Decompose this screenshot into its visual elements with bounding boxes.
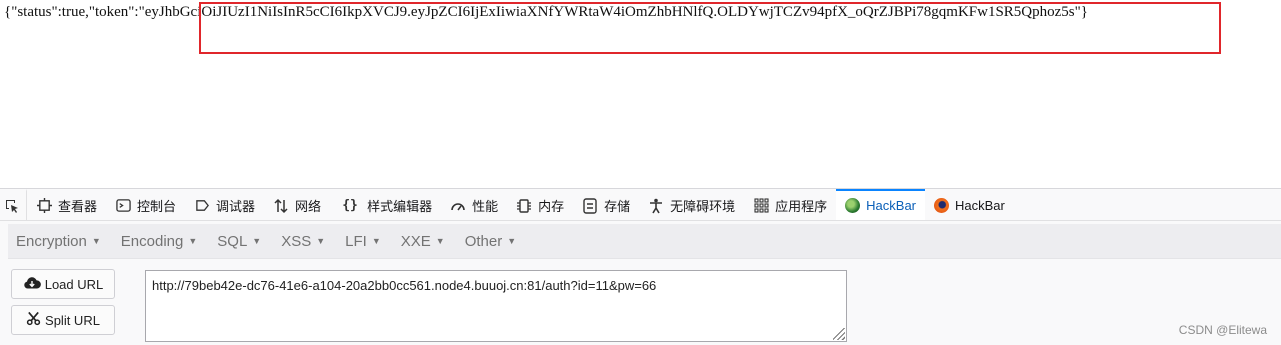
tab-label: HackBar (955, 198, 1005, 213)
application-icon (753, 198, 769, 214)
tab-label: 调试器 (216, 199, 256, 214)
hackbar-menu-bar: Encryption ▼ Encoding ▼ SQL ▼ XSS ▼ LFI ▼ XXE… (8, 224, 1281, 259)
caret-down-icon: ▼ (91, 236, 101, 246)
tab-label: 网络 (295, 199, 322, 214)
tab-hackbar-second[interactable]: HackBar (925, 189, 1014, 220)
tab-label: 内存 (538, 199, 565, 214)
storage-icon (582, 197, 598, 214)
tab-label: HackBar (866, 198, 917, 213)
resize-grip-icon[interactable] (833, 328, 845, 340)
caret-down-icon: ▼ (435, 236, 445, 246)
tab-hackbar-active[interactable]: HackBar (836, 189, 926, 220)
menu-label: SQL (217, 232, 248, 250)
split-url-label: Split URL (45, 312, 100, 328)
element-picker-button[interactable] (0, 189, 27, 220)
tab-label: 存储 (604, 199, 631, 214)
devtools-panel: 查看器 控制台 调试器 网络 {} 样式编辑器 性能 内存 存储 无障碍环境 应… (0, 188, 1281, 345)
console-icon (115, 198, 131, 214)
response-prefix: {"status":true,"token":" (4, 4, 145, 20)
menu-label: Encryption (16, 232, 87, 250)
element-picker-icon (4, 198, 20, 214)
menu-encryption[interactable]: Encryption ▼ (8, 233, 109, 250)
hackbar-orange-icon (934, 198, 950, 213)
hackbar-green-icon (845, 198, 861, 213)
tab-storage[interactable]: 存储 (573, 189, 639, 220)
tab-label: 应用程序 (775, 199, 828, 214)
caret-down-icon: ▼ (252, 236, 262, 246)
load-url-label: Load URL (44, 276, 104, 292)
devtools-toolbar: 查看器 控制台 调试器 网络 {} 样式编辑器 性能 内存 存储 无障碍环境 应… (0, 189, 1281, 221)
watermark-text: CSDN @Elitewa (1178, 323, 1267, 337)
tab-label: 控制台 (137, 199, 177, 214)
tab-console[interactable]: 控制台 (106, 189, 185, 220)
caret-down-icon: ▼ (507, 236, 517, 246)
tab-label: 无障碍环境 (670, 199, 736, 214)
tab-memory[interactable]: 内存 (507, 189, 573, 220)
tab-label: 性能 (472, 199, 499, 214)
menu-label: Other (464, 232, 503, 250)
tab-style-editor[interactable]: {} 样式编辑器 (330, 189, 441, 220)
memory-icon (516, 198, 532, 214)
debugger-icon (194, 198, 210, 214)
tab-label: 查看器 (58, 199, 98, 214)
cloud-download-icon (23, 276, 41, 293)
network-icon (273, 198, 289, 214)
tab-debugger[interactable]: 调试器 (185, 189, 264, 220)
accessibility-icon (648, 198, 664, 214)
menu-xss[interactable]: XSS ▼ (273, 233, 333, 250)
menu-label: Encoding (120, 232, 184, 250)
tab-label: 样式编辑器 (367, 199, 433, 214)
tab-application[interactable]: 应用程序 (744, 189, 836, 220)
url-textarea[interactable]: http://79beb42e-dc76-41e6-a104-20a2bb0cc… (145, 270, 847, 342)
caret-down-icon: ▼ (188, 236, 198, 246)
menu-sql[interactable]: SQL ▼ (209, 233, 269, 250)
tab-performance[interactable]: 性能 (441, 189, 507, 220)
caret-down-icon: ▼ (316, 236, 326, 246)
token-highlight-box (199, 2, 1221, 54)
menu-xxe[interactable]: XXE ▼ (393, 233, 453, 250)
tab-accessibility[interactable]: 无障碍环境 (639, 189, 744, 220)
menu-lfi[interactable]: LFI ▼ (337, 233, 389, 250)
split-url-button[interactable]: Split URL (11, 305, 115, 335)
scissors-icon (26, 311, 41, 329)
menu-label: XSS (281, 232, 312, 250)
menu-label: XXE (400, 232, 431, 250)
menu-other[interactable]: Other ▼ (457, 233, 524, 250)
style-editor-icon: {} (342, 198, 358, 213)
menu-label: LFI (345, 232, 367, 250)
performance-icon (450, 198, 466, 214)
tab-inspector[interactable]: 查看器 (27, 189, 106, 220)
tab-network[interactable]: 网络 (264, 189, 330, 220)
menu-encoding[interactable]: Encoding ▼ (113, 233, 205, 250)
load-url-button[interactable]: Load URL (11, 269, 115, 299)
url-value: http://79beb42e-dc76-41e6-a104-20a2bb0cc… (152, 278, 657, 293)
caret-down-icon: ▼ (371, 236, 381, 246)
inspector-icon (36, 198, 52, 214)
